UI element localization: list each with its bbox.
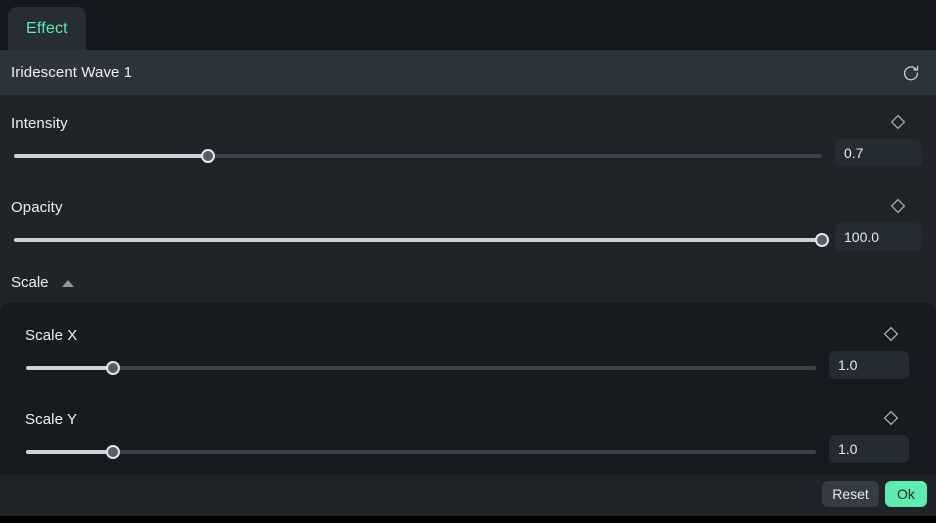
value-text: 1.0 xyxy=(838,357,857,373)
slider-intensity[interactable] xyxy=(14,147,822,165)
value-input-intensity[interactable]: 0.7 xyxy=(835,139,922,167)
slider-track-background xyxy=(26,366,816,370)
value-text: 100.0 xyxy=(844,229,879,245)
ok-button-label: Ok xyxy=(897,486,915,502)
keyframe-diamond-icon[interactable] xyxy=(882,409,900,427)
property-label-scale-y: Scale Y xyxy=(25,411,77,428)
slider-handle[interactable] xyxy=(815,233,829,247)
value-text: 1.0 xyxy=(838,441,857,457)
value-text: 0.7 xyxy=(844,145,863,161)
window-bottom-edge xyxy=(0,516,936,523)
tab-strip: Effect xyxy=(0,0,936,50)
value-input-opacity[interactable]: 100.0 xyxy=(835,223,922,251)
value-input-scale-x[interactable]: 1.0 xyxy=(829,351,909,379)
section-title-scale: Scale xyxy=(11,274,49,291)
section-panel-scale: Scale X 1.0 Scale Y xyxy=(0,303,936,475)
slider-track-fill xyxy=(14,154,208,158)
slider-opacity[interactable] xyxy=(14,231,822,249)
slider-track-fill xyxy=(26,450,113,454)
property-label-intensity: Intensity xyxy=(11,115,68,132)
slider-handle[interactable] xyxy=(106,445,120,459)
section-header-scale[interactable]: Scale xyxy=(0,263,936,303)
effect-header-bar: Iridescent Wave 1 xyxy=(0,50,936,95)
slider-handle[interactable] xyxy=(201,149,215,163)
effect-name-label: Iridescent Wave 1 xyxy=(11,64,132,81)
tab-effect[interactable]: Effect xyxy=(8,7,86,50)
reset-button-label: Reset xyxy=(832,486,869,502)
property-row-intensity: Intensity 0.7 xyxy=(0,95,936,179)
effect-properties-window: Effect Iridescent Wave 1 Intensity xyxy=(0,0,936,523)
keyframe-diamond-icon[interactable] xyxy=(889,197,907,215)
property-row-opacity: Opacity 100.0 xyxy=(0,179,936,263)
keyframe-diamond-icon[interactable] xyxy=(882,325,900,343)
slider-track-fill xyxy=(26,366,113,370)
slider-handle[interactable] xyxy=(106,361,120,375)
caret-up-icon[interactable] xyxy=(62,280,74,287)
reset-button[interactable]: Reset xyxy=(822,481,879,507)
property-row-scale-x: Scale X 1.0 xyxy=(0,307,936,391)
ok-button[interactable]: Ok xyxy=(885,481,927,507)
slider-scale-x[interactable] xyxy=(26,359,816,377)
keyframe-diamond-icon[interactable] xyxy=(889,113,907,131)
reset-circular-arrow-icon[interactable] xyxy=(898,60,924,86)
properties-panel: Intensity 0.7 Opacity xyxy=(0,95,936,523)
slider-track-fill xyxy=(14,238,822,242)
property-label-opacity: Opacity xyxy=(11,199,63,216)
tab-effect-label: Effect xyxy=(26,20,68,38)
property-label-scale-x: Scale X xyxy=(25,327,77,344)
property-row-scale-y: Scale Y 1.0 xyxy=(0,391,936,475)
slider-track-background xyxy=(26,450,816,454)
value-input-scale-y[interactable]: 1.0 xyxy=(829,435,909,463)
slider-scale-y[interactable] xyxy=(26,443,816,461)
